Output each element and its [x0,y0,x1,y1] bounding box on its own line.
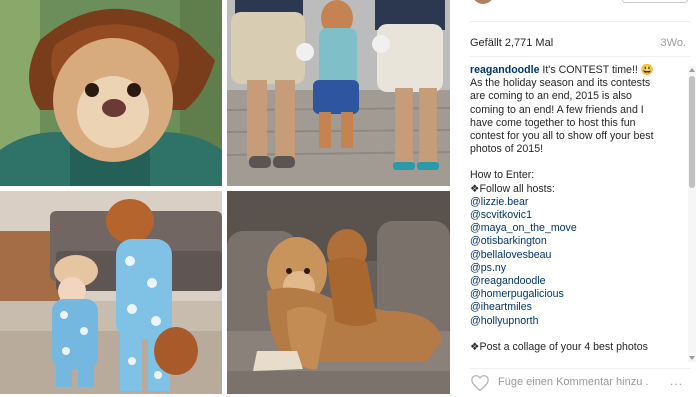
photo-puppy-standing [227,0,450,186]
mention-link[interactable]: @ps.ny [470,262,688,275]
mention-link[interactable]: @maya_on_the_move [470,222,688,235]
scroll-up-icon[interactable] [689,68,695,72]
how-to-enter-heading: How to Enter: [470,169,535,182]
divider [470,56,690,57]
caption-username[interactable]: reagandoodle [470,64,539,76]
mention-link[interactable]: @iheartmiles [470,301,688,314]
comment-row: ... [450,370,700,394]
comment-input[interactable] [498,373,648,391]
caption-line: have come together to host this fun [470,116,636,129]
mention-link[interactable]: @lizzie.bear [470,196,688,209]
likes-count[interactable]: Gefällt 2,771 Mal [470,37,553,49]
caption-line: photos of 2015! [470,143,544,156]
follow-button[interactable] [622,0,688,3]
caption-line: reagandoodle It's CONTEST time!! 😃 [470,64,688,77]
mention-link[interactable]: @hollyupnorth [470,315,688,328]
profile-avatar[interactable] [472,0,494,4]
mention-link[interactable]: @homerpugalicious [470,288,688,301]
caption-text: It's CONTEST time!! 😃 [542,64,654,76]
caption-line: contest for you all to show off your bes… [470,130,654,143]
photo-kid-and-dog-pajamas [0,191,222,394]
caption-line: coming to an end! A few friends and I [470,103,644,116]
scroll-thumb[interactable] [689,76,695,188]
divider [470,368,690,369]
mention-link[interactable]: @bellalovesbeau [470,249,688,262]
divider [470,21,690,22]
caption-line: As the holiday season and its contests [470,77,651,90]
photo-dog-in-hat [0,0,222,186]
photo-collage[interactable] [0,0,450,394]
mention-link[interactable]: @otisbarkington [470,235,688,248]
photo-dogs-on-couch [227,191,450,394]
caption: reagandoodle It's CONTEST time!! 😃 As th… [470,64,688,354]
post-time[interactable]: 3Wo. [661,37,686,49]
follow-hosts-line: ❖Follow all hosts: [470,182,555,195]
post-sidebar: Gefällt 2,771 Mal 3Wo. reagandoodle It's… [450,0,700,394]
caption-scrollbar[interactable] [688,66,696,362]
post-collage-line: ❖Post a collage of your 4 best photos [470,340,648,353]
more-options-icon[interactable]: ... [670,374,683,388]
mention-link[interactable]: @reagandoodle [470,275,688,288]
mention-link[interactable]: @scvitkovic1 [470,209,688,222]
scroll-down-icon[interactable] [689,356,695,360]
caption-line: are coming to an end, 2015 is also [470,90,632,103]
